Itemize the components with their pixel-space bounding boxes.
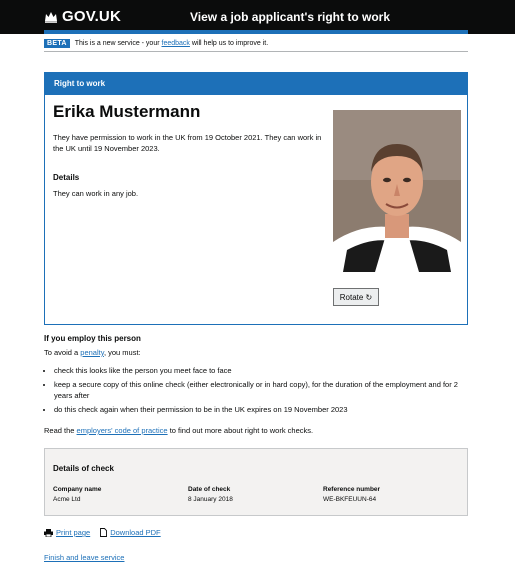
page-actions: Print page Download PDF xyxy=(44,528,171,537)
list-item: keep a secure copy of this online check … xyxy=(54,379,474,401)
header: GOV.UK View a job applicant's right to w… xyxy=(0,0,515,34)
rotate-button[interactable]: Rotate ↻ xyxy=(333,288,379,306)
reference-value: WE-BKFEUUN-64 xyxy=(323,496,377,503)
crown-icon xyxy=(45,11,57,23)
reference-column: Reference number WE-BKFEUUN-64 xyxy=(323,486,380,503)
download-pdf-link[interactable]: Download PDF xyxy=(100,528,161,537)
govuk-logo-link[interactable]: GOV.UK xyxy=(44,8,121,25)
date-label: Date of check xyxy=(188,486,231,493)
check-heading: Details of check xyxy=(53,464,114,473)
list-item: check this looks like the person you mee… xyxy=(54,365,474,376)
feedback-link[interactable]: feedback xyxy=(162,40,190,47)
document-icon xyxy=(100,528,108,537)
applicant-photo xyxy=(333,110,461,272)
company-column: Company name Acme Ltd xyxy=(53,486,101,503)
print-page-label[interactable]: Print page xyxy=(56,528,90,537)
list-item: do this check again when their permissio… xyxy=(54,404,474,415)
right-to-work-card: Right to work Erika Mustermann They have… xyxy=(44,72,468,325)
permission-text: They have permission to work in the UK f… xyxy=(53,133,322,153)
finish-section: Finish and leave service xyxy=(44,553,124,562)
header-accent-bar xyxy=(44,30,468,34)
print-page-link[interactable]: Print page xyxy=(44,528,90,537)
company-value: Acme Ltd xyxy=(53,496,81,503)
code-text-after: to find out more about right to work che… xyxy=(169,426,314,435)
code-of-practice-link[interactable]: employers' code of practice xyxy=(77,426,168,435)
date-column: Date of check 8 January 2018 xyxy=(188,486,233,503)
card-heading: Right to work xyxy=(45,73,467,95)
service-name[interactable]: View a job applicant's right to work xyxy=(190,10,390,24)
details-heading: Details xyxy=(53,173,80,182)
logo-text: GOV.UK xyxy=(62,8,121,25)
details-of-check-panel: Details of check Company name Acme Ltd D… xyxy=(44,448,468,516)
avoid-penalty-text: To avoid a penalty, you must: xyxy=(44,348,141,357)
employ-heading: If you employ this person xyxy=(44,334,141,343)
finish-and-leave-link[interactable]: Finish and leave service xyxy=(44,553,124,562)
beta-tag: BETA xyxy=(44,39,70,48)
person-name: Erika Mustermann xyxy=(53,102,201,121)
beta-text-before: This is a new service - your xyxy=(74,40,160,47)
reference-label: Reference number xyxy=(323,486,381,493)
avoid-text-before: To avoid a xyxy=(44,348,79,357)
divider xyxy=(44,51,468,52)
penalty-link[interactable]: penalty xyxy=(80,348,104,357)
obligations-list: check this looks like the person you mee… xyxy=(44,365,474,418)
beta-text-after: will help us to improve it. xyxy=(191,40,269,47)
details-text: They can work in any job. xyxy=(53,189,139,198)
printer-icon xyxy=(44,528,53,537)
company-label: Company name xyxy=(53,486,102,493)
code-of-practice-text: Read the employers' code of practice to … xyxy=(44,426,313,435)
avoid-text-after: , you must: xyxy=(103,348,141,357)
download-pdf-label[interactable]: Download PDF xyxy=(110,528,160,537)
date-value: 8 January 2018 xyxy=(188,496,233,503)
phase-banner: BETA This is a new service - your feedba… xyxy=(44,39,268,48)
code-text-before: Read the xyxy=(44,426,75,435)
